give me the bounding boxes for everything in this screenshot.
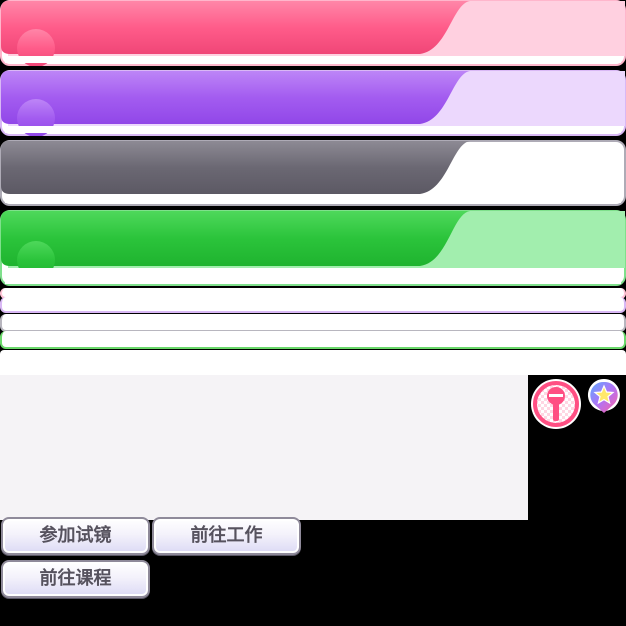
screen: 参加试镜 前往工作 前往课程 — [0, 0, 626, 626]
gray-tab-banner[interactable] — [0, 140, 626, 206]
go-to-work-button[interactable]: 前往工作 — [152, 517, 301, 555]
star-badge-icon[interactable] — [586, 377, 622, 415]
microphone-icon[interactable] — [529, 377, 583, 431]
green-tab-banner[interactable] — [0, 210, 626, 286]
white-collapsed-bar — [0, 350, 626, 375]
purple-tab-banner[interactable] — [0, 70, 626, 136]
green-collapsed-bar — [0, 331, 626, 349]
go-to-lesson-button[interactable]: 前往课程 — [1, 560, 150, 598]
purple-collapsed-bar — [0, 297, 626, 313]
content-panel — [0, 375, 528, 520]
pink-tab-banner[interactable] — [0, 0, 626, 66]
join-audition-button[interactable]: 参加试镜 — [1, 517, 150, 555]
gray-collapsed-bar — [0, 314, 626, 332]
